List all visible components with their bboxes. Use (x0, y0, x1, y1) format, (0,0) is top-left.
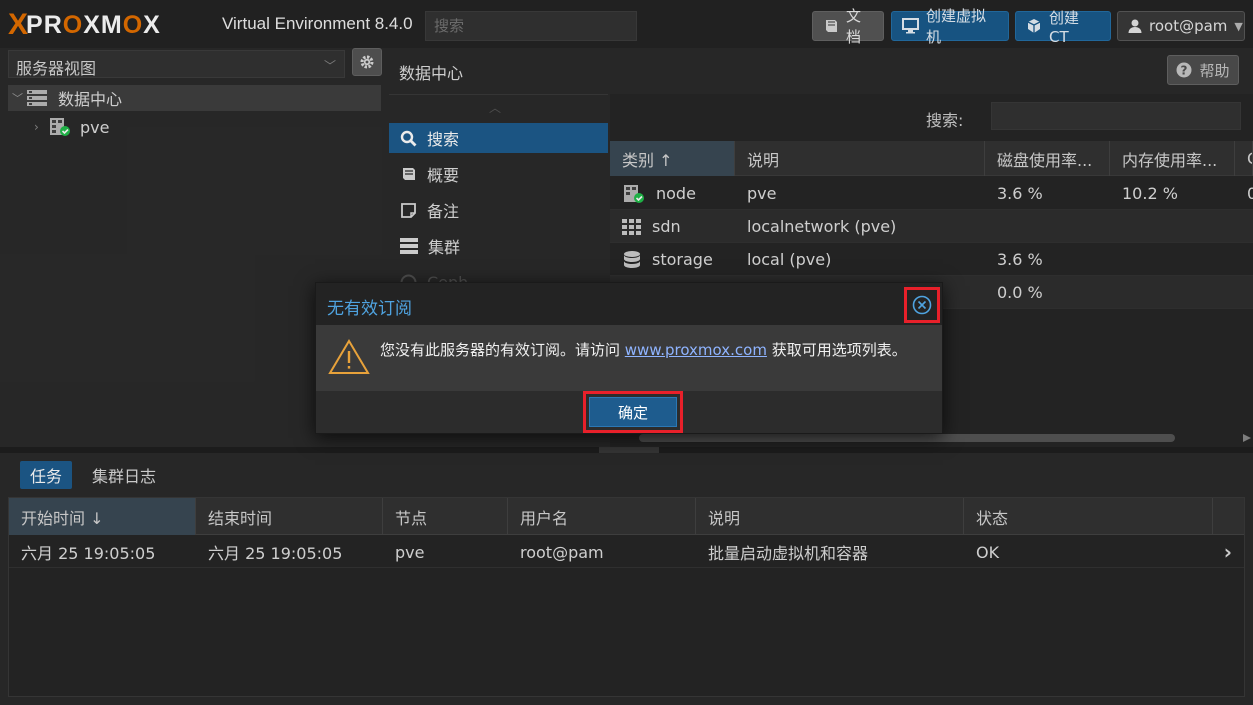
dialog-message: 您没有此服务器的有效订阅。请访问 www.proxmox.com 获取可用选项列… (380, 339, 907, 360)
dialog-footer: 确定 (316, 391, 942, 433)
dialog-header: 无有效订阅 (316, 283, 942, 325)
ok-button-highlight: 确定 (583, 391, 683, 433)
dialog-close-button[interactable] (904, 287, 940, 323)
dialog-body: 您没有此服务器的有效订阅。请访问 www.proxmox.com 获取可用选项列… (316, 325, 942, 391)
dialog-message-part: 您没有此服务器的有效订阅。请访问 (380, 341, 625, 359)
dialog-title: 无有效订阅 (327, 299, 412, 319)
ok-button[interactable]: 确定 (589, 397, 677, 427)
dialog-message-part: 获取可用选项列表。 (766, 341, 907, 359)
proxmox-link[interactable]: www.proxmox.com (625, 341, 767, 359)
warning-icon (328, 339, 370, 374)
close-circle-icon (912, 295, 932, 315)
no-subscription-dialog: 无有效订阅 您没有此服务器的有效订阅。请访问 www.proxmox.com 获… (315, 282, 943, 434)
